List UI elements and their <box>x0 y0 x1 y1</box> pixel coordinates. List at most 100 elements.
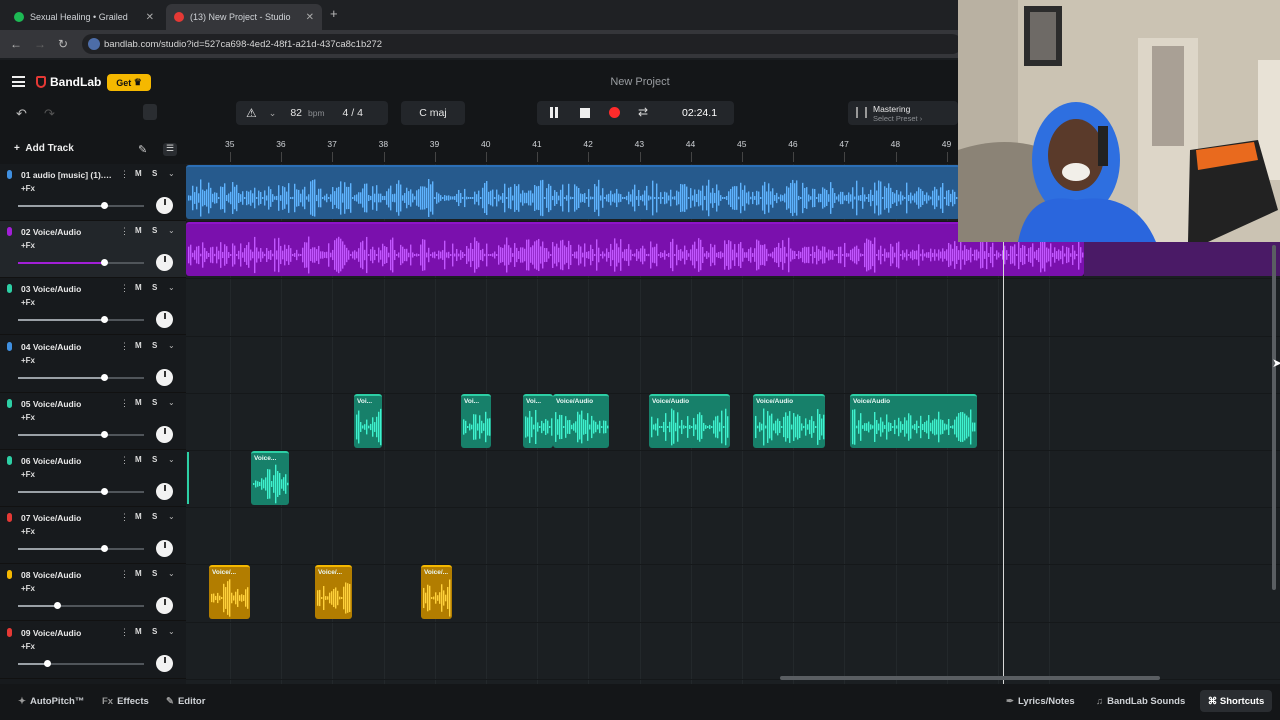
chevron-down-icon[interactable]: ⌄ <box>168 398 175 407</box>
audio-clip[interactable] <box>186 222 1084 276</box>
lyrics-notes-button[interactable]: ✒ Lyrics/Notes <box>1006 696 1075 707</box>
volume-handle[interactable] <box>100 316 108 323</box>
chevron-down-icon[interactable]: ⌄ <box>168 169 175 178</box>
pan-knob[interactable] <box>156 426 173 443</box>
add-fx-button[interactable]: +Fx <box>21 241 35 250</box>
volume-slider[interactable] <box>18 202 144 209</box>
add-fx-button[interactable]: +Fx <box>21 642 35 651</box>
volume-handle[interactable] <box>54 602 62 609</box>
mic-icon[interactable] <box>7 342 12 351</box>
shortcuts-button[interactable]: ⌘ Shortcuts <box>1200 690 1272 712</box>
pause-icon[interactable] <box>547 106 561 120</box>
mute-button[interactable]: M <box>135 169 142 178</box>
audio-clip[interactable]: Voice/Audio <box>850 394 977 448</box>
track-settings-icon[interactable]: ☰ <box>163 143 177 156</box>
mastering-button[interactable]: Mastering Select Preset › <box>848 101 958 125</box>
mute-button[interactable]: M <box>135 455 142 464</box>
mute-button[interactable]: M <box>135 398 142 407</box>
chevron-down-icon[interactable]: ⌄ <box>269 108 277 119</box>
add-fx-button[interactable]: +Fx <box>21 356 35 365</box>
mic-icon[interactable] <box>7 170 12 179</box>
track-name[interactable]: 02 Voice/Audio <box>21 227 117 237</box>
bandlab-logo[interactable]: BandLab <box>36 75 101 89</box>
volume-handle[interactable] <box>100 545 108 552</box>
volume-handle[interactable] <box>100 259 108 266</box>
solo-button[interactable]: S <box>152 455 157 464</box>
mic-icon[interactable] <box>7 628 12 637</box>
get-membership-button[interactable]: Get ♛ <box>107 74 151 91</box>
key-selector[interactable]: C maj <box>401 101 465 125</box>
more-options-icon[interactable]: ⋮ <box>120 569 129 580</box>
pan-knob[interactable] <box>156 369 173 386</box>
audio-clip[interactable]: Voice/... <box>209 565 250 619</box>
track-header[interactable]: 05 Voice/Audio +Fx ⋮ M S ⌄ <box>0 393 186 450</box>
mic-icon[interactable] <box>7 456 12 465</box>
track-header[interactable]: 03 Voice/Audio +Fx ⋮ M S ⌄ <box>0 278 186 335</box>
volume-slider[interactable] <box>18 545 144 552</box>
track-name[interactable]: 01 audio [music] (1).m... <box>21 170 117 180</box>
chevron-down-icon[interactable]: ⌄ <box>168 627 175 636</box>
solo-button[interactable]: S <box>152 341 157 350</box>
volume-slider[interactable] <box>18 488 144 495</box>
mute-button[interactable]: M <box>135 512 142 521</box>
solo-button[interactable]: S <box>152 512 157 521</box>
pan-knob[interactable] <box>156 655 173 672</box>
add-fx-button[interactable]: +Fx <box>21 184 35 193</box>
pan-knob[interactable] <box>156 540 173 557</box>
vertical-scrollbar[interactable] <box>1272 245 1276 590</box>
add-fx-button[interactable]: +Fx <box>21 298 35 307</box>
time-signature[interactable]: 4 / 4 <box>343 107 363 119</box>
mute-button[interactable]: M <box>135 226 142 235</box>
volume-handle[interactable] <box>100 374 108 381</box>
track-name[interactable]: 09 Voice/Audio <box>21 628 117 638</box>
project-title[interactable]: New Project <box>560 76 720 88</box>
undo-icon[interactable]: ↶ <box>16 106 27 122</box>
audio-clip[interactable]: Voice... <box>251 451 289 505</box>
audio-clip[interactable]: Voice/... <box>421 565 452 619</box>
chevron-down-icon[interactable]: ⌄ <box>168 341 175 350</box>
volume-slider[interactable] <box>18 259 144 266</box>
more-options-icon[interactable]: ⋮ <box>120 627 129 638</box>
volume-slider[interactable] <box>18 316 144 323</box>
track-header[interactable]: 08 Voice/Audio +Fx ⋮ M S ⌄ <box>0 564 186 621</box>
track-header[interactable]: 07 Voice/Audio +Fx ⋮ M S ⌄ <box>0 507 186 564</box>
more-options-icon[interactable]: ⋮ <box>120 512 129 523</box>
track-name[interactable]: 05 Voice/Audio <box>21 399 117 409</box>
volume-slider[interactable] <box>18 602 144 609</box>
track-header[interactable]: 01 audio [music] (1).m... +Fx ⋮ M S ⌄ <box>0 164 186 221</box>
track-name[interactable]: 06 Voice/Audio <box>21 456 117 466</box>
audio-clip[interactable]: Voice/Audio <box>753 394 825 448</box>
volume-slider[interactable] <box>18 431 144 438</box>
solo-button[interactable]: S <box>152 569 157 578</box>
volume-handle[interactable] <box>100 488 108 495</box>
mic-icon[interactable] <box>7 227 12 236</box>
solo-button[interactable]: S <box>152 169 157 178</box>
volume-handle[interactable] <box>43 660 51 667</box>
more-options-icon[interactable]: ⋮ <box>120 455 129 466</box>
track-lanes[interactable]: Voi... Voi... Voi... Voice/Audio Voice/Audio… <box>186 164 1280 684</box>
track-header[interactable]: 06 Voice/Audio +Fx ⋮ M S ⌄ <box>0 450 186 507</box>
volume-handle[interactable] <box>100 431 108 438</box>
audio-clip[interactable]: Voi... <box>354 394 382 448</box>
mute-button[interactable]: M <box>135 569 142 578</box>
tempo-control[interactable]: ⚠ ⌄ 82 bpm 4 / 4 <box>236 101 388 125</box>
automation-icon[interactable]: ✎ <box>138 143 147 156</box>
chevron-down-icon[interactable]: ⌄ <box>168 226 175 235</box>
new-tab-icon[interactable]: + <box>330 6 338 21</box>
pan-knob[interactable] <box>156 483 173 500</box>
audio-clip[interactable]: Voice/... <box>315 565 352 619</box>
url-field[interactable]: bandlab.com/studio?id=527ca698-4ed2-48f1… <box>82 34 962 54</box>
effects-button[interactable]: Fx Effects <box>102 696 149 707</box>
editor-button[interactable]: ✎ Editor <box>166 696 205 707</box>
metronome-icon[interactable]: ⚠ <box>246 106 257 120</box>
track-header[interactable]: 02 Voice/Audio +Fx ⋮ M S ⌄ <box>0 221 186 278</box>
audio-clip[interactable] <box>186 165 960 219</box>
track-name[interactable]: 08 Voice/Audio <box>21 570 117 580</box>
record-icon[interactable] <box>609 107 620 118</box>
autopitch-button[interactable]: ✦ AutoPitch™ <box>18 696 84 707</box>
solo-button[interactable]: S <box>152 226 157 235</box>
mic-icon[interactable] <box>7 284 12 293</box>
chevron-down-icon[interactable]: ⌄ <box>168 283 175 292</box>
mic-icon[interactable] <box>7 399 12 408</box>
audio-clip[interactable]: Voice/Audio <box>649 394 730 448</box>
